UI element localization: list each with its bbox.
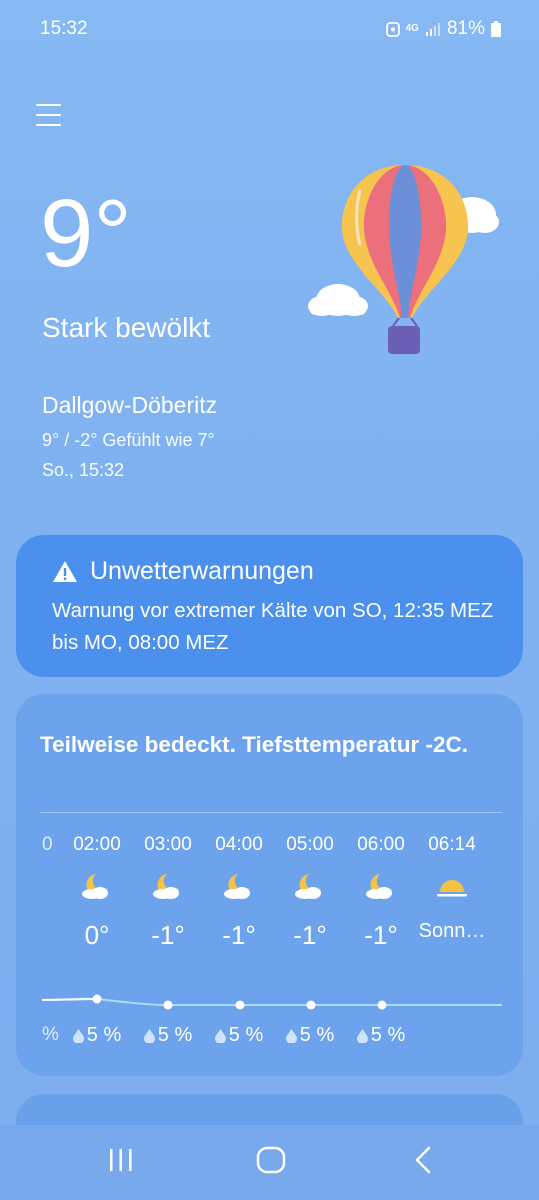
hour-time: 05:00 xyxy=(286,834,334,855)
raindrop-icon xyxy=(143,1028,155,1043)
hour-temperature: -1° xyxy=(364,920,398,950)
warning-header: Unwetterwarnungen xyxy=(52,557,314,586)
weather-warning-card[interactable]: Unwetterwarnungen Warnung vor extremer K… xyxy=(16,535,523,677)
location-name[interactable]: Dallgow-Döberitz xyxy=(42,392,217,419)
raindrop-icon xyxy=(356,1028,368,1043)
hour-temperature: -1° xyxy=(293,920,327,950)
warning-title: Unwetterwarnungen xyxy=(90,557,314,585)
update-time: So., 15:32 xyxy=(42,460,125,480)
precip-fragment: % xyxy=(42,1024,59,1045)
precip-value: 5 % xyxy=(86,1024,122,1046)
navigation-bar xyxy=(0,1125,539,1200)
back-icon[interactable] xyxy=(410,1145,436,1175)
current-temperature: 9° xyxy=(40,180,132,287)
battery-icon xyxy=(491,21,501,37)
home-icon[interactable] xyxy=(255,1145,287,1175)
moon-cloud-icon xyxy=(366,874,392,899)
temperature-trend-line xyxy=(41,994,502,1010)
precip-item: 5 % xyxy=(132,1024,204,1047)
hour-time: 06:00 xyxy=(357,834,405,855)
warning-icon xyxy=(53,561,77,582)
hour-time: 03:00 xyxy=(144,834,192,855)
hour-time: 06:14 xyxy=(428,834,476,855)
hour-column: 03:00 -1° xyxy=(132,834,204,952)
current-condition: Stark bewölkt xyxy=(42,312,211,343)
hot-air-balloon-illustration xyxy=(308,165,499,354)
moon-cloud-icon xyxy=(82,874,108,899)
precip-item: 5 % xyxy=(274,1024,346,1047)
precip-value: 5 % xyxy=(157,1024,193,1046)
hour-column: 05:00 -1° xyxy=(274,834,346,952)
precip-value: 5 % xyxy=(299,1024,335,1046)
menu-icon[interactable] xyxy=(36,104,61,126)
hour-temperature: -1° xyxy=(151,920,185,950)
warning-text: Warnung vor extremer Kälte von SO, 12:35… xyxy=(52,599,494,654)
trend-point xyxy=(92,994,102,1004)
hour-time: 02:00 xyxy=(73,834,121,855)
recent-apps-icon[interactable] xyxy=(106,1145,136,1175)
hour-column: 06:00 -1° xyxy=(345,834,417,952)
hourly-forecast-card[interactable]: Teilweise bedeckt. Tiefsttemperatur -2C.… xyxy=(16,694,523,1076)
cloud-icon xyxy=(308,284,368,316)
hour-temperature: Sonn… xyxy=(418,920,486,942)
hour-temperature: -1° xyxy=(222,920,256,950)
trend-point xyxy=(163,1000,173,1010)
hour-column: 02:00 0° xyxy=(61,834,133,952)
feels-like: 9° / -2° Gefühlt wie 7° xyxy=(42,430,215,450)
trend-point xyxy=(306,1000,316,1010)
precip-value: 5 % xyxy=(228,1024,264,1046)
raindrop-icon xyxy=(72,1028,84,1043)
hour-temperature: 0° xyxy=(84,920,110,950)
sunrise-icon xyxy=(437,880,467,897)
signal-icon xyxy=(425,23,440,36)
hour-column: 04:00 -1° xyxy=(203,834,275,952)
raindrop-icon xyxy=(214,1028,226,1043)
hour-time-fragment: 0 xyxy=(42,834,53,855)
hour-time: 04:00 xyxy=(215,834,263,855)
divider xyxy=(40,812,502,813)
moon-cloud-icon xyxy=(224,874,250,899)
moon-cloud-icon xyxy=(153,874,179,899)
status-icons: 4G 81% xyxy=(385,18,501,40)
precip-value: 5 % xyxy=(370,1024,406,1046)
forecast-summary: Teilweise bedeckt. Tiefsttemperatur -2C. xyxy=(40,732,469,757)
trend-point xyxy=(377,1000,387,1010)
network-label: 4G xyxy=(405,23,419,34)
status-bar: 15:32 4G 81% xyxy=(0,0,539,60)
hour-column: 06:14 Sonn… xyxy=(416,834,488,952)
precip-item: 5 % xyxy=(61,1024,133,1047)
raindrop-icon xyxy=(285,1028,297,1043)
precip-item: 5 % xyxy=(203,1024,275,1047)
battery-level: 81% xyxy=(446,18,485,39)
notification-icon xyxy=(385,22,400,37)
precip-item: 5 % xyxy=(345,1024,417,1047)
trend-point xyxy=(235,1000,245,1010)
status-time: 15:32 xyxy=(40,18,88,39)
moon-cloud-icon xyxy=(295,874,321,899)
